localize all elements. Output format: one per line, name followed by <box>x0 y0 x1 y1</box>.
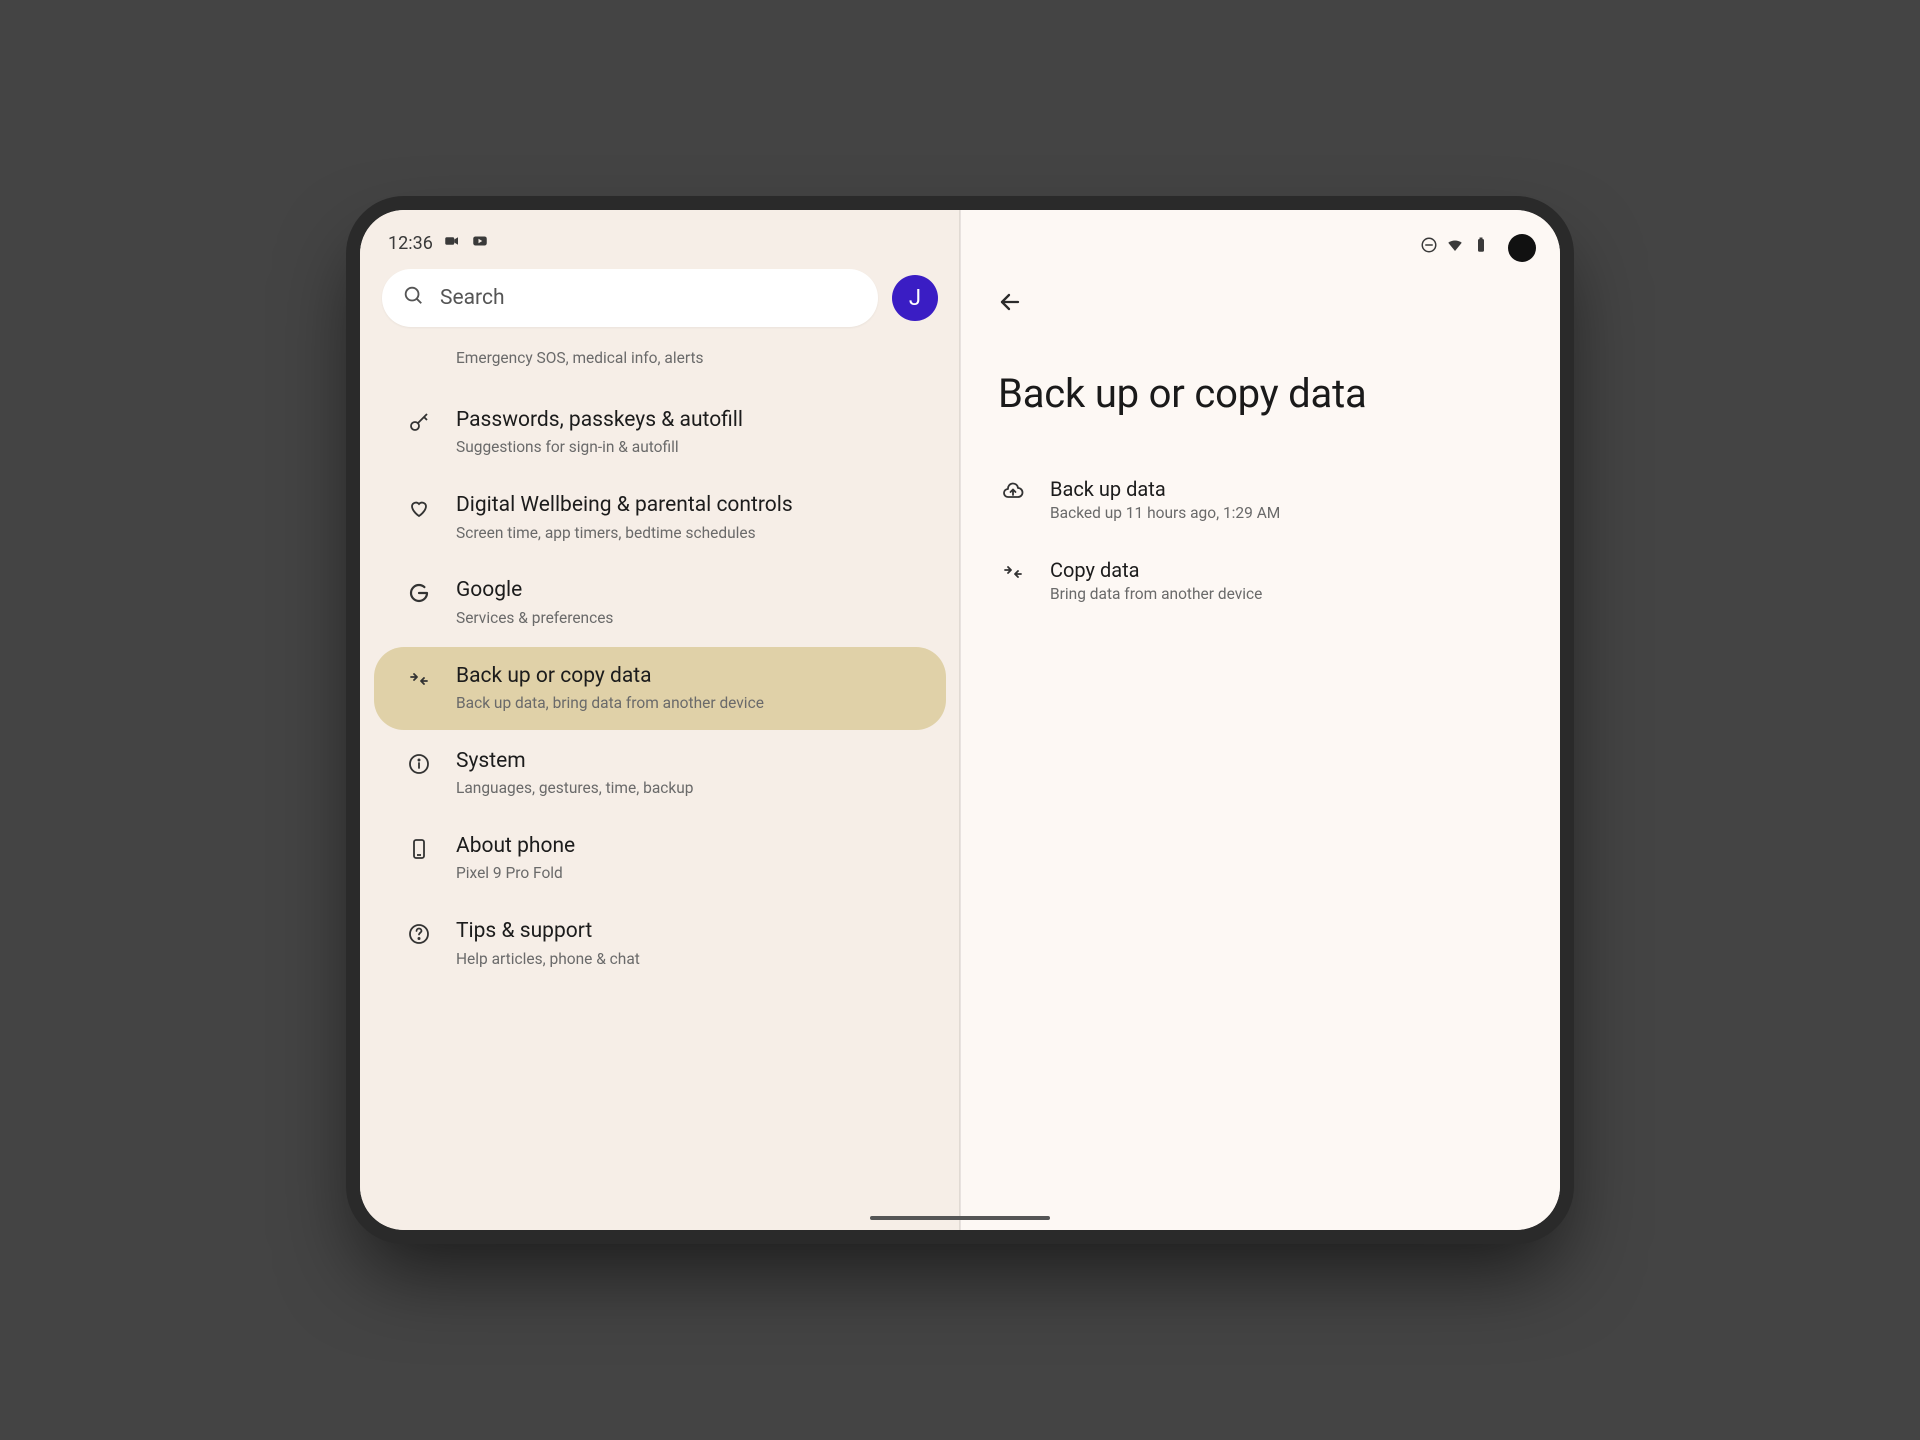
search-input[interactable]: Search <box>382 269 878 327</box>
device-frame: 12:36 Search J Safety & emergencyEmergen… <box>360 210 1560 1230</box>
settings-item-subtitle: Back up data, bring data from another de… <box>456 693 920 714</box>
detail-item-title: Back up data <box>1050 477 1280 501</box>
back-button[interactable] <box>988 280 1032 324</box>
settings-item-title: Digital Wellbeing & parental controls <box>456 492 920 519</box>
settings-item-title: Back up or copy data <box>456 663 920 690</box>
profile-avatar[interactable]: J <box>892 275 938 321</box>
status-bar-left: 12:36 <box>360 232 960 255</box>
wifi-icon <box>1446 236 1464 259</box>
settings-item[interactable]: Safety & emergencyEmergency SOS, medical… <box>374 345 946 389</box>
settings-item[interactable]: Passwords, passkeys & autofill Suggestion… <box>374 391 946 474</box>
videocam-icon <box>443 232 461 255</box>
key-icon <box>404 407 434 435</box>
settings-item-subtitle: Emergency SOS, medical info, alerts <box>456 348 920 369</box>
settings-item[interactable]: Digital Wellbeing & parental controls Scr… <box>374 476 946 559</box>
detail-title: Back up or copy data <box>998 370 1532 417</box>
detail-item-subtitle: Bring data from another device <box>1050 585 1262 603</box>
settings-item-title: Passwords, passkeys & autofill <box>456 407 920 434</box>
settings-item[interactable]: Back up or copy data Back up data, bring … <box>374 647 946 730</box>
settings-item[interactable]: Tips & support Help articles, phone & cha… <box>374 902 946 985</box>
settings-item-subtitle: Pixel 9 Pro Fold <box>456 863 920 884</box>
camera-hole <box>1508 234 1536 262</box>
youtube-icon <box>471 232 489 255</box>
detail-item-title: Copy data <box>1050 558 1262 582</box>
settings-item-subtitle: Help articles, phone & chat <box>456 949 920 970</box>
search-placeholder: Search <box>440 286 505 310</box>
settings-item-subtitle: Screen time, app timers, bedtime schedul… <box>456 523 920 544</box>
battery-icon <box>1472 236 1490 259</box>
settings-item-title: Tips & support <box>456 918 920 945</box>
settings-item[interactable]: Google Services & preferences <box>374 561 946 644</box>
status-bar-right <box>1420 236 1490 259</box>
detail-item[interactable]: Back up data Backed up 11 hours ago, 1:29… <box>988 459 1532 540</box>
cloud-icon <box>998 477 1028 503</box>
wellbeing-icon <box>404 492 434 520</box>
settings-master-pane: 12:36 Search J Safety & emergencyEmergen… <box>360 210 960 1230</box>
settings-item-subtitle: Suggestions for sign-in & autofill <box>456 437 920 458</box>
settings-item-subtitle: Languages, gestures, time, backup <box>456 778 920 799</box>
sync-icon <box>998 558 1028 584</box>
fold-hinge <box>959 210 961 1230</box>
avatar-initial: J <box>909 286 921 311</box>
settings-list[interactable]: Safety & emergencyEmergency SOS, medical… <box>360 337 960 1215</box>
settings-item-title: About phone <box>456 833 920 860</box>
settings-item-title: Google <box>456 577 920 604</box>
help-icon <box>404 918 434 946</box>
settings-item-title: System <box>456 748 920 775</box>
settings-item[interactable]: System Languages, gestures, time, backup <box>374 732 946 815</box>
sync-icon <box>404 663 434 691</box>
phone-icon <box>404 833 434 861</box>
dnd-icon <box>1420 236 1438 259</box>
settings-detail-pane: Back up or copy data Back up data Backed … <box>960 210 1560 1230</box>
settings-item-subtitle: Services & preferences <box>456 608 920 629</box>
navigation-handle[interactable] <box>870 1216 1050 1220</box>
detail-item-subtitle: Backed up 11 hours ago, 1:29 AM <box>1050 504 1280 522</box>
google-icon <box>404 577 434 605</box>
settings-item[interactable]: About phone Pixel 9 Pro Fold <box>374 817 946 900</box>
detail-item[interactable]: Copy data Bring data from another device <box>988 540 1532 621</box>
info-icon <box>404 748 434 776</box>
status-time: 12:36 <box>388 233 433 254</box>
search-icon <box>402 284 424 312</box>
